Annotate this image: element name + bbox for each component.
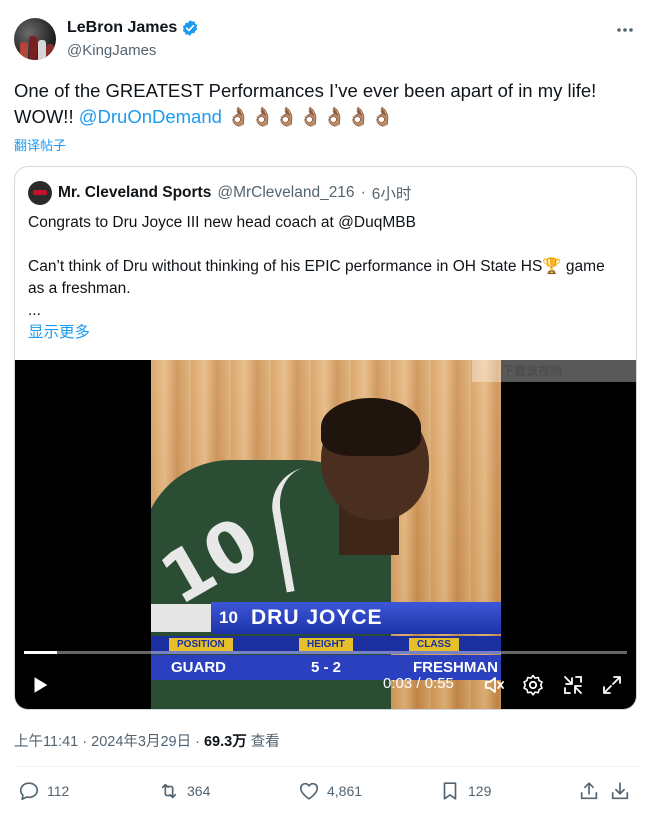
translate-post-link[interactable]: 翻译帖子 — [14, 135, 66, 154]
lower-third-label: POSITION — [169, 638, 233, 651]
repost-icon — [161, 783, 177, 799]
tweet-text: One of the GREATEST Performances I’ve ev… — [14, 78, 639, 130]
action-bar: 112 364 4,861 129 — [14, 780, 641, 810]
lower-third-value: 5 - 2 — [311, 659, 342, 676]
repost-count: 364 — [187, 783, 211, 799]
quoted-line-1: Congrats to Dru Joyce III new head coach… — [28, 214, 416, 231]
lower-third-label: CLASS — [409, 638, 459, 651]
video-progress-fill — [24, 651, 58, 654]
tweet-date[interactable]: 2024年3月29日 — [91, 734, 191, 750]
author-handle[interactable]: @KingJames — [67, 42, 156, 59]
repost-button[interactable]: 364 — [158, 780, 210, 802]
lower-third-label: HEIGHT — [299, 638, 353, 651]
player-lower-third: 10 DRU JOYCE POSITION HEIGHT CLASS GUARD… — [151, 600, 501, 680]
verified-badge-icon — [183, 20, 198, 36]
quoted-tweet[interactable]: Mr. Cleveland Sports @MrCleveland_216 · … — [14, 166, 637, 710]
download-button[interactable] — [609, 780, 631, 802]
quoted-line-2: Can’t think of Dru without thinking of h… — [28, 258, 605, 297]
view-count: 69.3万 — [203, 734, 247, 750]
lower-third-value: GUARD — [171, 659, 226, 676]
show-more-link[interactable]: 显示更多 — [28, 322, 623, 344]
author-display-name[interactable]: LeBron James — [67, 19, 177, 37]
video-frame: 10 10 DRU JOYCE POSITION HEIGHT CLASS GU… — [151, 360, 501, 709]
more-icon[interactable] — [615, 20, 635, 40]
quoted-handle[interactable]: @MrCleveland_216 — [217, 184, 354, 202]
lower-third-number: 10 — [219, 608, 238, 627]
fullscreen-icon[interactable] — [600, 673, 624, 697]
like-count: 4,861 — [327, 783, 363, 799]
share-icon — [580, 782, 598, 800]
like-button[interactable]: 4,861 — [298, 780, 362, 802]
ok-hand-emojis: 👌🏽👌🏽👌🏽👌🏽👌🏽👌🏽👌🏽 — [227, 106, 396, 127]
meta-separator: · — [82, 734, 88, 750]
quoted-body: Congrats to Dru Joyce III new head coach… — [28, 212, 623, 344]
volume-icon[interactable] — [482, 673, 506, 697]
quoted-timestamp[interactable]: 6小时 — [372, 182, 412, 204]
view-label: 查看 — [250, 734, 280, 750]
settings-icon[interactable] — [521, 673, 545, 697]
exit-fullscreen-icon[interactable] — [561, 673, 585, 697]
reply-count: 112 — [47, 783, 70, 799]
author-avatar[interactable] — [14, 18, 56, 60]
tweet-header: LeBron James @KingJames — [14, 16, 641, 64]
video-progress-bar[interactable] — [24, 651, 627, 654]
quoted-line-3: ... — [28, 302, 41, 319]
download-icon — [611, 782, 629, 800]
divider — [14, 766, 641, 767]
share-button[interactable] — [578, 780, 600, 802]
reply-button[interactable]: 112 — [18, 780, 69, 802]
play-icon[interactable] — [29, 674, 51, 696]
quoted-header: Mr. Cleveland Sports @MrCleveland_216 · … — [28, 181, 411, 205]
lower-third-name: DRU JOYCE — [251, 606, 383, 629]
like-icon — [299, 782, 319, 800]
quoted-display-name[interactable]: Mr. Cleveland Sports — [58, 184, 211, 202]
quoted-avatar[interactable] — [28, 181, 52, 205]
video-time: 0:03 / 0:55 — [383, 675, 454, 692]
bookmark-icon — [443, 782, 457, 800]
reply-icon — [19, 782, 39, 801]
video-player[interactable]: 10 10 DRU JOYCE POSITION HEIGHT CLASS GU… — [15, 360, 636, 709]
mention-link[interactable]: @DruOnDemand — [79, 106, 222, 127]
download-video-watermark[interactable]: 下载该视频 — [472, 360, 636, 382]
tweet-time[interactable]: 上午11:41 — [14, 734, 78, 750]
quoted-separator: · — [360, 184, 366, 201]
bookmark-count: 129 — [468, 783, 492, 799]
bookmark-button[interactable]: 129 — [439, 780, 491, 802]
tweet-meta: 上午11:41 · 2024年3月29日 · 69.3万 查看 — [14, 730, 280, 751]
meta-separator: · — [195, 734, 200, 750]
